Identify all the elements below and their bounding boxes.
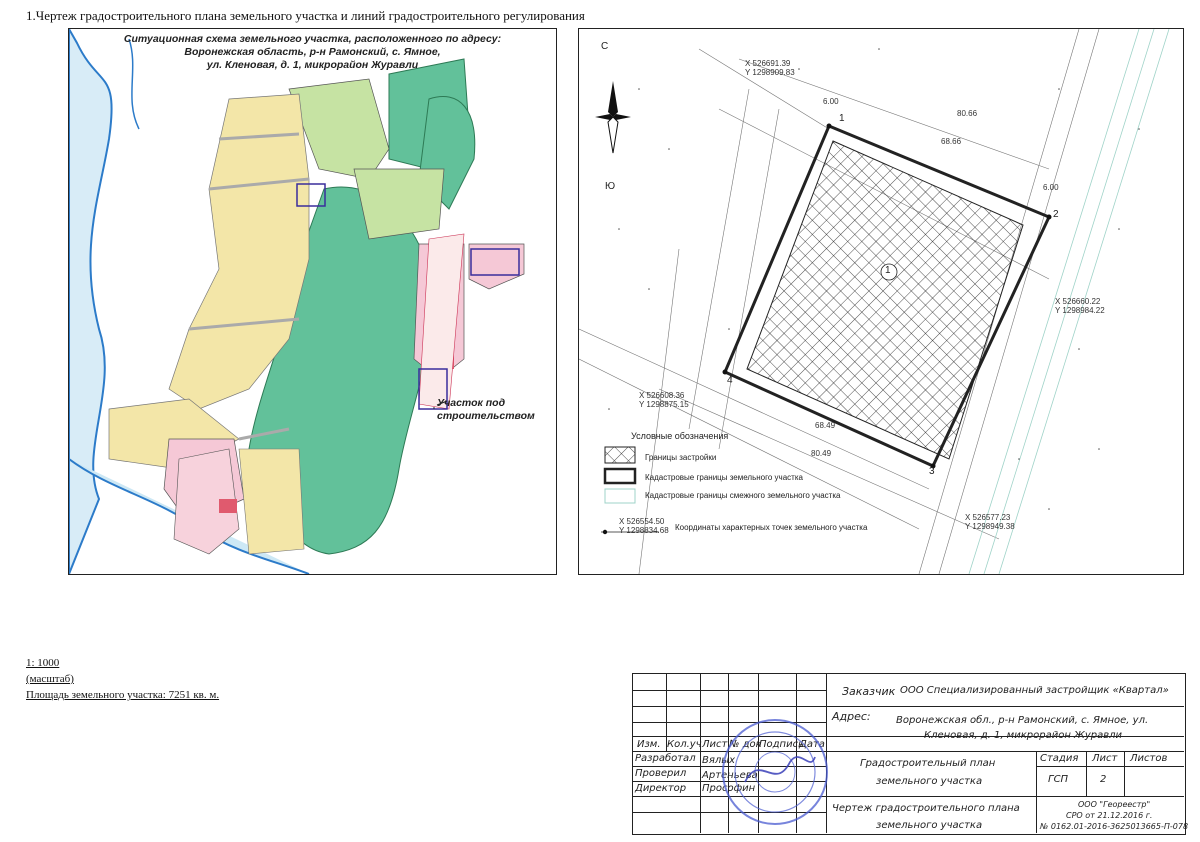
drawing-title: земельного участка [876, 820, 983, 831]
customer-label: Заказчик [842, 685, 896, 698]
head-izm: Изм. [637, 739, 661, 750]
site-leader-line [433, 400, 448, 409]
drawing-title: Чертеж градостроительного плана [832, 803, 1020, 814]
doc-title: Градостроительный план [860, 758, 996, 769]
zone-number: 1 [885, 265, 891, 276]
scale-value: 1: 1000 [26, 657, 60, 669]
address-line: Воронежская обл., р-н Рамонский, с. Ямно… [896, 715, 1149, 726]
point-coordinates: X 526577.23 Y 1298949.38 [965, 513, 1015, 531]
org-number: № 0162.01-2016-3625013665-П-078 [1040, 822, 1189, 831]
sheet-value: 2 [1100, 774, 1107, 785]
address-line: Кленовая, д. 1, микрорайон Журавли [924, 730, 1122, 741]
sheet-label: Лист [1092, 753, 1118, 764]
point-number: 3 [929, 466, 935, 477]
dimension-label: 6.00 [823, 97, 839, 106]
legend-item: Кадастровые границы земельного участка [645, 473, 803, 482]
point-coordinates: X 526608.36 Y 1298875.15 [639, 391, 689, 409]
role-director: Директор [635, 783, 687, 794]
situational-scheme: Ситуационная схема земельного участка, р… [68, 28, 557, 575]
point-number: 1 [839, 113, 845, 124]
doc-title: земельного участка [876, 776, 983, 787]
compass-north-label: С [601, 41, 609, 52]
company-seal-icon [722, 719, 828, 825]
compass-south-label: Ю [605, 181, 616, 192]
area-label: Площадь земельного участка: 7251 кв. м. [26, 689, 220, 701]
point-number: 2 [1053, 209, 1059, 220]
address-label: Адрес: [832, 710, 871, 723]
dimension-label: 6.00 [1043, 183, 1059, 192]
dimension-label: 68.49 [815, 421, 836, 430]
dimension-label: 80.66 [957, 109, 978, 118]
dimension-label: 80.49 [811, 449, 832, 458]
scale-label: (масштаб) [26, 673, 74, 685]
site-plan: С Ю 1 2 3 4 1 X 526691.39 Y 1298909.83 X … [578, 28, 1184, 575]
stage-label: Стадия [1040, 753, 1079, 764]
page-title: 1.Чертеж градостроительного плана земель… [26, 8, 585, 23]
role-checker: Проверил [635, 768, 687, 779]
dimension-label: 68.66 [941, 137, 962, 146]
legend-item: Кадастровые границы смежного земельного … [645, 491, 841, 500]
compass-rose-icon [595, 81, 631, 154]
legend-coord-sample: X 526554.50 Y 1298834.68 [619, 517, 669, 535]
stage-value: ГСП [1048, 774, 1069, 785]
org-name: ООО "Геореестр" [1078, 800, 1151, 809]
customer-name: ООО Специализированный застройщик «Кварт… [900, 685, 1169, 696]
role-developer: Разработал [635, 753, 696, 764]
head-kol: Кол.уч [667, 739, 702, 750]
legend-header: Условные обозначения [631, 431, 729, 441]
point-coordinates: X 526691.39 Y 1298909.83 [745, 59, 795, 77]
legend-item: Границы застройки [645, 453, 717, 462]
point-coordinates: X 526660.22 Y 1298984.22 [1055, 297, 1105, 315]
sheets-label: Листов [1130, 753, 1168, 764]
org-sro: СРО от 21.12.2016 г. [1066, 811, 1153, 820]
legend-item: Координаты характерных точек земельного … [675, 523, 868, 532]
point-number: 4 [727, 375, 733, 386]
